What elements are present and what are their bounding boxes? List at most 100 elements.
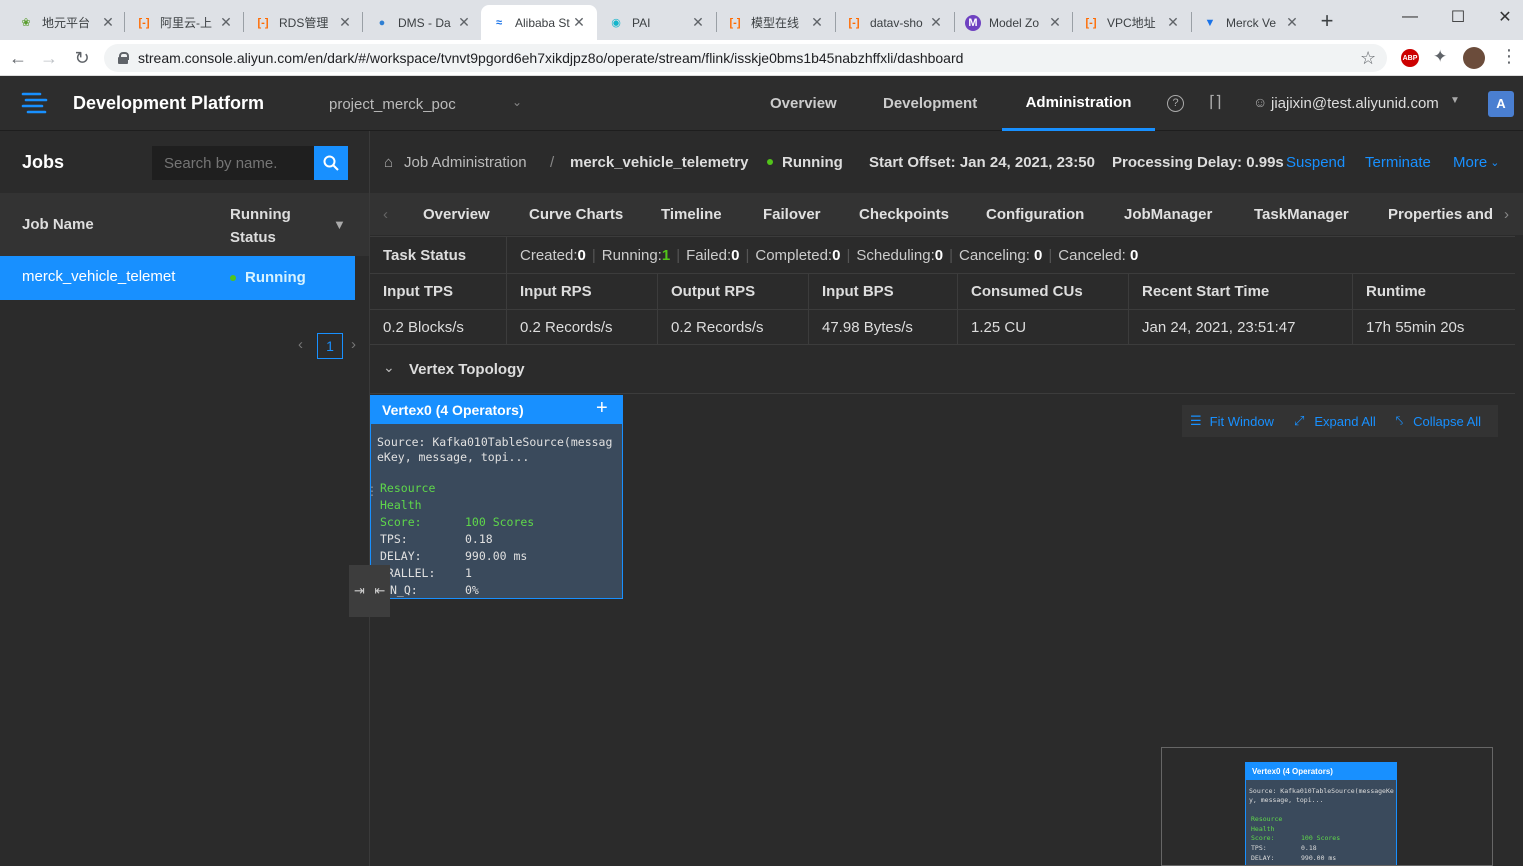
expand-panel-icon[interactable]: ⇥	[349, 565, 370, 617]
tab-title: PAI	[632, 15, 651, 30]
collapse-panel-icon[interactable]: ⇤	[370, 565, 390, 617]
close-tab-icon[interactable]: ✕	[337, 14, 353, 31]
close-tab-icon[interactable]: ✕	[1047, 14, 1063, 31]
reload-icon[interactable]: ↻	[70, 46, 94, 70]
nav-overview[interactable]: Overview	[770, 76, 837, 131]
caret-down-icon[interactable]: ▼	[1450, 95, 1460, 106]
vertex-health: Resource Health Score: 100 Scores	[380, 480, 534, 531]
browser-tab[interactable]: M Model Zo ✕	[955, 5, 1073, 40]
tab-failover[interactable]: Failover	[763, 193, 821, 235]
suspend-button[interactable]: Suspend	[1286, 131, 1345, 193]
tab-curve-charts[interactable]: Curve Charts	[529, 193, 623, 235]
close-tab-icon[interactable]: ✕	[690, 14, 706, 31]
browser-tab[interactable]: ● DMS - Da ✕	[364, 5, 482, 40]
back-icon[interactable]: ←	[6, 46, 30, 70]
nav-development[interactable]: Development	[883, 76, 977, 131]
nav-administration[interactable]: Administration	[1002, 76, 1155, 131]
aliyun-icon: [-]	[138, 16, 150, 29]
minimap-tps-value: 0.18	[1301, 844, 1317, 852]
tab-configuration[interactable]: Configuration	[986, 193, 1084, 235]
score-row: Score: 100 Scores	[380, 514, 534, 531]
close-tab-icon[interactable]: ✕	[809, 14, 825, 31]
search-button[interactable]	[314, 146, 348, 180]
tab-jobmanager[interactable]: JobManager	[1124, 193, 1212, 235]
more-label: More	[1453, 153, 1488, 171]
topology-minimap[interactable]: Vertex0 (4 Operators) Source: Kafka010Ta…	[1161, 747, 1493, 866]
help-icon[interactable]: ?	[1167, 95, 1184, 112]
app-header: Development Platform project_merck_poc ⌄…	[0, 76, 1523, 131]
browser-tab[interactable]: ❀ 地元平台 ✕	[8, 5, 126, 40]
tab-properties[interactable]: Properties and	[1388, 193, 1493, 235]
shirt-icon[interactable]: ⌈⌉	[1209, 92, 1221, 112]
browser-tab[interactable]: [-] 阿里云-上 ✕	[126, 5, 244, 40]
chevron-down-icon[interactable]: ⌄	[512, 95, 522, 109]
breadcrumb-job: merck_vehicle_telemetry	[570, 153, 749, 171]
minimap-health-line: Resource	[1251, 815, 1283, 823]
terminate-button[interactable]: Terminate	[1365, 131, 1431, 193]
page-1[interactable]: 1	[317, 333, 343, 359]
close-tab-icon[interactable]: ✕	[571, 14, 587, 31]
platform-logo-icon	[21, 92, 48, 114]
col-job-name: Job Name	[22, 216, 94, 233]
filter-icon[interactable]: ▼	[333, 217, 346, 232]
bookmark-star-icon[interactable]: ☆	[1360, 48, 1376, 69]
close-window-icon[interactable]: ✕	[1482, 0, 1523, 34]
browser-tab[interactable]: ▼ Merck Ve ✕	[1192, 5, 1310, 40]
adblock-icon[interactable]: ABP	[1401, 49, 1419, 67]
collapse-chevron-icon[interactable]: ⌄	[383, 359, 395, 376]
aliyun-icon: [-]	[257, 16, 269, 29]
forward-icon[interactable]: →	[37, 46, 61, 70]
fit-window-button[interactable]: Fit Window	[1210, 414, 1274, 429]
browser-tab[interactable]: [-] datav-sho ✕	[836, 5, 954, 40]
close-tab-icon[interactable]: ✕	[218, 14, 234, 31]
minimap-tps-label: TPS:	[1251, 844, 1267, 852]
breadcrumb-root[interactable]: Job Administration	[404, 131, 527, 193]
translate-icon[interactable]: A	[1488, 91, 1514, 117]
profile-avatar[interactable]	[1463, 47, 1485, 69]
health-line: Health	[380, 498, 422, 512]
expand-all-button[interactable]: Expand All	[1314, 414, 1375, 429]
close-tab-icon[interactable]: ✕	[100, 14, 116, 31]
url-field[interactable]: stream.console.aliyun.com/en/dark/#/work…	[104, 44, 1387, 72]
parallel-value: 1	[465, 566, 472, 580]
user-account[interactable]: jiajixin@test.aliyunid.com	[1271, 95, 1439, 112]
expand-vertex-icon[interactable]: +	[596, 397, 608, 420]
browser-tab[interactable]: [-] RDS管理 ✕	[245, 5, 363, 40]
browser-tab[interactable]: ◉ PAI ✕	[598, 5, 716, 40]
tab-timeline[interactable]: Timeline	[661, 193, 722, 235]
tab-overview[interactable]: Overview	[423, 193, 490, 235]
close-tab-icon[interactable]: ✕	[1165, 14, 1181, 31]
job-search-input[interactable]	[152, 146, 314, 180]
subtab-prev-icon[interactable]: ‹	[383, 193, 388, 235]
prev-page-icon[interactable]: ‹	[298, 336, 303, 353]
tab-title: 地元平台	[42, 16, 91, 30]
subtab-next-icon[interactable]: ›	[1504, 193, 1509, 235]
drag-handle-icon[interactable]: ⋮	[366, 484, 378, 498]
aliyun-icon: [-]	[1085, 16, 1097, 29]
close-tab-icon[interactable]: ✕	[456, 14, 472, 31]
browser-tab-active[interactable]: ≈ Alibaba St ✕	[481, 5, 597, 40]
new-tab-icon[interactable]: +	[1316, 10, 1338, 32]
close-tab-icon[interactable]: ✕	[1284, 14, 1300, 31]
next-page-icon[interactable]: ›	[351, 336, 356, 353]
job-status: Running	[782, 153, 843, 171]
failed-label: Failed:	[686, 246, 732, 264]
minimize-icon[interactable]: —	[1387, 0, 1433, 34]
project-selector[interactable]: project_merck_poc	[329, 96, 456, 113]
tab-taskmanager[interactable]: TaskManager	[1254, 193, 1349, 235]
collapse-all-button[interactable]: Collapse All	[1413, 414, 1481, 429]
browser-tab[interactable]: [-] VPC地址 ✕	[1073, 5, 1191, 40]
close-tab-icon[interactable]: ✕	[928, 14, 944, 31]
browser-menu-icon[interactable]: ⋮	[1500, 46, 1518, 67]
more-button[interactable]: More ⌄	[1453, 131, 1499, 193]
metric-header: Input RPS	[520, 282, 592, 300]
extensions-icon[interactable]: ✦	[1433, 47, 1447, 67]
maximize-icon[interactable]: ☐	[1435, 0, 1481, 34]
browser-tab[interactable]: [-] 模型在线 ✕	[717, 5, 835, 40]
vertex-node[interactable]: Vertex0 (4 Operators) + Source: Kafka010…	[370, 395, 623, 599]
tab-checkpoints[interactable]: Checkpoints	[859, 193, 949, 235]
v-icon: ▼	[1204, 16, 1216, 29]
metric-value: Jan 24, 2021, 23:51:47	[1142, 318, 1296, 336]
job-row[interactable]: merck_vehicle_telemet Running	[0, 256, 355, 300]
inq-value: 0%	[465, 583, 479, 597]
